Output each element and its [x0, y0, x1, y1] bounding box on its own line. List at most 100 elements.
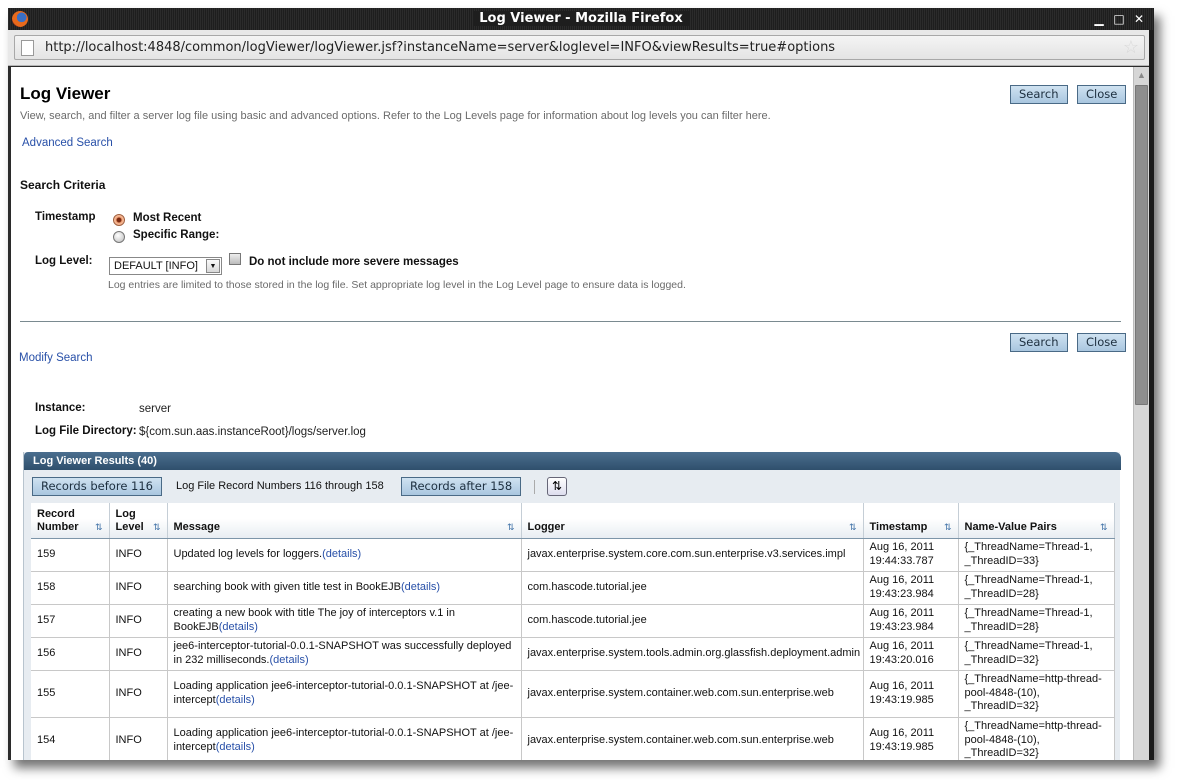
instance-value: server	[139, 403, 171, 415]
timestamp-date: Aug 16, 2011	[869, 607, 935, 619]
record-number-cell: 155	[31, 670, 110, 718]
log-level-label: Log Level:	[35, 255, 93, 267]
minimize-icon[interactable]: ▁	[1091, 11, 1107, 27]
log-level-cell: INFO	[109, 538, 168, 572]
exclude-severe-label: Do not include more severe messages	[249, 256, 459, 268]
sort-icon[interactable]: ⇅	[1100, 521, 1108, 534]
timestamp-time: 19:43:20.016	[869, 653, 934, 666]
log-level-value: DEFAULT [INFO]	[114, 260, 198, 272]
logger-cell: com.hascode.tutorial.jee	[521, 571, 864, 605]
table-row: 159 INFO Updated log levels for loggers.(d…	[31, 538, 1115, 572]
timestamp-time: 19:44:33.787	[869, 554, 934, 567]
instance-label: Instance:	[35, 402, 86, 414]
message-cell: Updated log levels for loggers.(details)	[167, 538, 522, 572]
details-link[interactable]: (details)	[401, 581, 440, 593]
bookmark-star-icon[interactable]: ☆	[1123, 37, 1139, 58]
timestamp-cell: Aug 16, 2011 19:43:23.984	[863, 604, 959, 638]
log-level-cell: INFO	[109, 670, 168, 718]
table-row: 154 INFO Loading application jee6-intercep…	[31, 717, 1115, 760]
table-row: 157 INFO creating a new book with title Th…	[31, 604, 1115, 638]
advanced-search-link[interactable]: Advanced Search	[22, 137, 113, 149]
window-border	[1149, 30, 1154, 760]
search-button-bottom[interactable]: Search	[1010, 333, 1068, 352]
details-link[interactable]: (details)	[216, 741, 255, 753]
log-dir-label: Log File Directory:	[35, 425, 137, 437]
logger-cell: com.hascode.tutorial.jee	[521, 604, 864, 638]
details-link[interactable]: (details)	[216, 694, 255, 706]
log-dir-value: ${com.sun.aas.instanceRoot}/logs/server.…	[139, 426, 366, 438]
close-button-top[interactable]: Close	[1077, 85, 1127, 104]
message-text: jee6-interceptor-tutorial-0.0.1-SNAPSHOT…	[173, 640, 512, 666]
logger-cell: javax.enterprise.system.tools.admin.org.…	[521, 637, 864, 671]
timestamp-cell: Aug 16, 2011 19:43:19.985	[863, 670, 959, 718]
name-value-pairs-cell: {_ThreadName=http-thread-pool-4848-(10),…	[958, 717, 1115, 760]
message-text: creating a new book with title The joy o…	[173, 607, 455, 633]
specific-range-radio[interactable]	[113, 231, 125, 243]
col-name-value-pairs[interactable]: Name-Value Pairs ⇅	[958, 503, 1115, 539]
window-title: Log Viewer - Mozilla Firefox	[473, 11, 689, 26]
message-cell: searching book with given title test in …	[167, 571, 522, 605]
timestamp-time: 19:43:19.985	[869, 693, 934, 706]
records-after-button[interactable]: Records after 158	[401, 477, 522, 496]
record-number-cell: 159	[31, 538, 110, 572]
vertical-scrollbar[interactable]: ▲	[1133, 67, 1149, 760]
page-content: Log Viewer Search Close View, search, an…	[11, 67, 1133, 760]
scrollbar-thumb[interactable]	[1135, 85, 1148, 405]
details-link[interactable]: (details)	[270, 654, 309, 666]
table-row: 158 INFO searching book with given title t…	[31, 571, 1115, 605]
url-bar[interactable]: http://localhost:4848/common/logViewer/l…	[14, 35, 1145, 60]
title-bar[interactable]: Log Viewer - Mozilla Firefox ▁ □ ✕	[8, 8, 1154, 30]
log-level-hint: Log entries are limited to those stored …	[108, 279, 686, 291]
name-value-pairs-cell: {_ThreadName=Thread-1, _ThreadID=33}	[958, 538, 1115, 572]
timestamp-date: Aug 16, 2011	[869, 640, 935, 652]
log-level-cell: INFO	[109, 717, 168, 760]
logger-cell: javax.enterprise.system.container.web.co…	[521, 670, 864, 718]
sort-icon[interactable]: ⇅	[849, 521, 857, 534]
most-recent-label: Most Recent	[133, 212, 202, 224]
col-timestamp[interactable]: Timestamp ⇅	[863, 503, 959, 539]
url-text[interactable]: http://localhost:4848/common/logViewer/l…	[45, 40, 835, 55]
timestamp-cell: Aug 16, 2011 19:43:19.985	[863, 717, 959, 760]
toolbar-separator	[534, 480, 535, 494]
log-level-cell: INFO	[109, 604, 168, 638]
timestamp-date: Aug 16, 2011	[869, 727, 935, 739]
sort-icon[interactable]: ⇅	[944, 521, 952, 534]
most-recent-radio[interactable]	[113, 214, 125, 226]
details-link[interactable]: (details)	[219, 621, 258, 633]
sort-icon[interactable]: ⇅	[507, 521, 515, 534]
timestamp-date: Aug 16, 2011	[869, 574, 935, 586]
modify-search-link[interactable]: Modify Search	[19, 352, 93, 364]
col-message[interactable]: Message ⇅	[167, 503, 522, 539]
message-cell: Loading application jee6-interceptor-tut…	[167, 670, 522, 718]
sort-icon[interactable]: ⇅	[153, 521, 161, 534]
log-level-cell: INFO	[109, 571, 168, 605]
timestamp-date: Aug 16, 2011	[869, 680, 935, 692]
page-description: View, search, and filter a server log fi…	[20, 110, 771, 122]
timestamp-time: 19:43:19.985	[869, 740, 934, 753]
search-button-top[interactable]: Search	[1010, 85, 1068, 104]
chevron-down-icon: ▼	[206, 259, 220, 273]
record-number-cell: 157	[31, 604, 110, 638]
col-record-number[interactable]: Record Number ⇅	[31, 503, 110, 539]
scroll-up-icon[interactable]: ▲	[1137, 70, 1146, 80]
log-level-select[interactable]: DEFAULT [INFO] ▼	[109, 257, 222, 275]
exclude-severe-checkbox[interactable]	[229, 253, 241, 265]
timestamp-date: Aug 16, 2011	[869, 541, 935, 553]
name-value-pairs-cell: {_ThreadName=Thread-1, _ThreadID=32}	[958, 637, 1115, 671]
close-window-icon[interactable]: ✕	[1131, 11, 1147, 27]
details-link[interactable]: (details)	[322, 548, 361, 560]
message-text: Updated log levels for loggers.	[173, 547, 323, 560]
records-before-button[interactable]: Records before 116	[32, 477, 162, 496]
timestamp-time: 19:43:23.984	[869, 620, 934, 633]
name-value-pairs-cell: {_ThreadName=http-thread-pool-4848-(10),…	[958, 670, 1115, 718]
browser-window: Log Viewer - Mozilla Firefox ▁ □ ✕ http:…	[8, 8, 1154, 760]
col-log-level[interactable]: Log Level ⇅	[109, 503, 168, 539]
col-logger[interactable]: Logger ⇅	[521, 503, 864, 539]
timestamp-time: 19:43:23.984	[869, 587, 934, 600]
maximize-icon[interactable]: □	[1111, 11, 1127, 27]
record-range-label: Log File Record Numbers 116 through 158	[176, 480, 384, 492]
page-icon	[21, 40, 34, 56]
sort-icon[interactable]: ⇅	[95, 521, 103, 534]
close-button-bottom[interactable]: Close	[1077, 333, 1127, 352]
sort-toggle-icon[interactable]: ⇅	[547, 477, 567, 496]
